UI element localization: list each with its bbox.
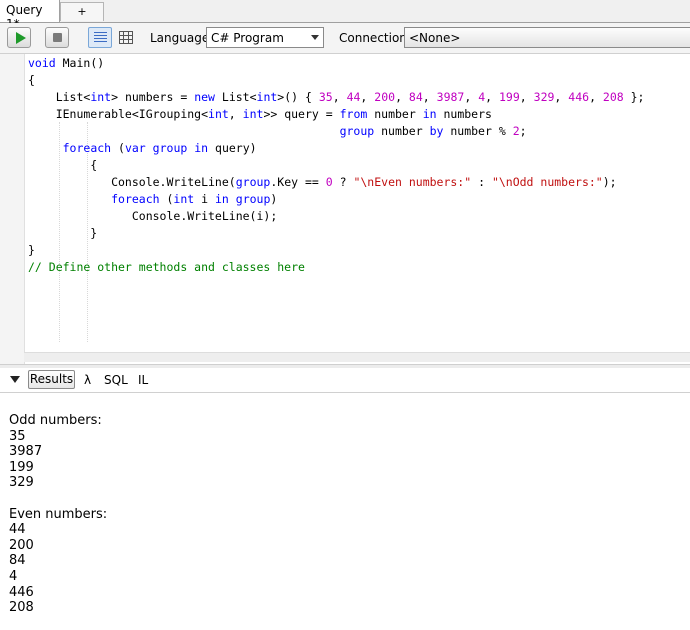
output-line: Even numbers: xyxy=(9,506,108,522)
tab-bar: Query 1* + xyxy=(0,0,690,31)
run-button[interactable] xyxy=(7,27,31,48)
code-line[interactable]: foreach (var group in query) xyxy=(28,140,644,157)
play-icon xyxy=(16,32,26,44)
output-line: 3987 xyxy=(9,444,43,460)
results-to-grids-button[interactable] xyxy=(115,27,137,48)
results-divider xyxy=(0,392,690,393)
code-line[interactable]: Console.WriteLine(i); xyxy=(28,208,644,225)
tab-results[interactable]: Results xyxy=(28,370,75,389)
new-tab-button[interactable]: + xyxy=(60,2,104,21)
output-line: 35 xyxy=(9,428,26,444)
rich-text-results-icon xyxy=(94,32,107,44)
code-editor[interactable]: void Main(){ List<int> numbers = new Lis… xyxy=(0,54,690,364)
code-line[interactable]: } xyxy=(28,242,644,259)
stop-button[interactable] xyxy=(45,27,69,48)
output-line: 4 xyxy=(9,568,18,584)
output-line: 44 xyxy=(9,522,26,538)
code-line[interactable]: IEnumerable<IGrouping<int, int>> query =… xyxy=(28,106,644,123)
tab-query-1[interactable]: Query 1* xyxy=(0,0,60,31)
tab-sql[interactable]: SQL xyxy=(104,373,128,387)
data-grid-icon xyxy=(119,31,133,44)
results-to-rich-text-button[interactable] xyxy=(88,27,112,48)
output-line: 199 xyxy=(9,459,34,475)
editor-horizontal-scrollbar[interactable] xyxy=(24,352,690,362)
tab-il[interactable]: IL xyxy=(138,373,148,387)
language-select[interactable]: C# Program xyxy=(206,27,324,48)
connection-value: <None> xyxy=(409,31,461,45)
stop-icon xyxy=(53,33,62,42)
code-text[interactable]: void Main(){ List<int> numbers = new Lis… xyxy=(28,55,644,276)
collapse-arrow-icon[interactable] xyxy=(10,376,20,383)
code-line[interactable]: List<int> numbers = new List<int>() { 35… xyxy=(28,89,645,106)
code-line[interactable]: void Main() xyxy=(28,55,644,72)
code-line[interactable]: group number by number % 2; xyxy=(28,123,644,140)
results-tab-bar: Results λ SQL IL xyxy=(0,368,690,392)
code-line[interactable]: { xyxy=(28,72,644,89)
output-line: 200 xyxy=(9,537,34,553)
code-line[interactable]: } xyxy=(28,225,644,242)
results-output: Odd numbers: 35 3987 199 329 Even numbers: 44 2… xyxy=(9,413,107,616)
code-line[interactable]: // Define other methods and classes here xyxy=(28,259,644,276)
language-label: Language xyxy=(150,31,210,45)
tab-lambda[interactable]: λ xyxy=(84,373,91,387)
editor-gutter xyxy=(0,54,25,364)
output-line: 329 xyxy=(9,475,34,491)
output-line: 84 xyxy=(9,553,26,569)
code-line[interactable]: { xyxy=(28,157,644,174)
chevron-down-icon xyxy=(311,35,319,40)
code-line[interactable]: foreach (int i in group) xyxy=(28,191,644,208)
toolbar: Language C# Program Connection <None> xyxy=(0,23,690,54)
output-line: 208 xyxy=(9,600,34,616)
output-line: 446 xyxy=(9,584,34,600)
connection-label: Connection xyxy=(339,31,407,45)
language-value: C# Program xyxy=(211,31,284,45)
connection-select[interactable]: <None> xyxy=(404,27,690,48)
output-line: Odd numbers: xyxy=(9,413,102,428)
code-line[interactable]: Console.WriteLine(group.Key == 0 ? "\nEv… xyxy=(28,174,644,191)
